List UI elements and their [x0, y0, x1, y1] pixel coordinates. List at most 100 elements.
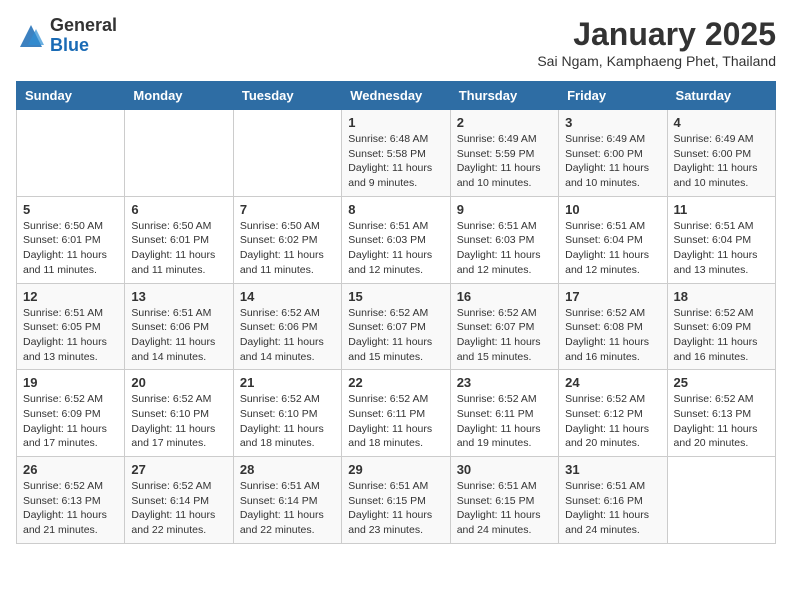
- title-block: January 2025 Sai Ngam, Kamphaeng Phet, T…: [537, 16, 776, 69]
- day-number: 10: [565, 202, 660, 217]
- calendar-week-row: 12 Sunrise: 6:51 AM Sunset: 6:05 PM Dayli…: [17, 283, 776, 370]
- day-info: Sunrise: 6:51 AM Sunset: 6:15 PM Dayligh…: [348, 479, 443, 538]
- day-info: Sunrise: 6:52 AM Sunset: 6:07 PM Dayligh…: [348, 306, 443, 365]
- calendar-cell: 10 Sunrise: 6:51 AM Sunset: 6:04 PM Dayli…: [559, 196, 667, 283]
- day-info: Sunrise: 6:52 AM Sunset: 6:13 PM Dayligh…: [23, 479, 118, 538]
- day-number: 18: [674, 289, 769, 304]
- calendar-cell: 30 Sunrise: 6:51 AM Sunset: 6:15 PM Dayli…: [450, 457, 558, 544]
- calendar-cell: 4 Sunrise: 6:49 AM Sunset: 6:00 PM Daylig…: [667, 110, 775, 197]
- day-info: Sunrise: 6:51 AM Sunset: 6:06 PM Dayligh…: [131, 306, 226, 365]
- calendar-cell: 28 Sunrise: 6:51 AM Sunset: 6:14 PM Dayli…: [233, 457, 341, 544]
- day-number: 13: [131, 289, 226, 304]
- calendar-header-row: SundayMondayTuesdayWednesdayThursdayFrid…: [17, 82, 776, 110]
- day-info: Sunrise: 6:51 AM Sunset: 6:03 PM Dayligh…: [457, 219, 552, 278]
- day-info: Sunrise: 6:51 AM Sunset: 6:14 PM Dayligh…: [240, 479, 335, 538]
- day-number: 6: [131, 202, 226, 217]
- day-info: Sunrise: 6:52 AM Sunset: 6:09 PM Dayligh…: [23, 392, 118, 451]
- calendar-cell: 31 Sunrise: 6:51 AM Sunset: 6:16 PM Dayli…: [559, 457, 667, 544]
- day-info: Sunrise: 6:52 AM Sunset: 6:08 PM Dayligh…: [565, 306, 660, 365]
- logo: General Blue: [16, 16, 117, 56]
- day-info: Sunrise: 6:52 AM Sunset: 6:11 PM Dayligh…: [348, 392, 443, 451]
- day-info: Sunrise: 6:50 AM Sunset: 6:02 PM Dayligh…: [240, 219, 335, 278]
- calendar-week-row: 5 Sunrise: 6:50 AM Sunset: 6:01 PM Daylig…: [17, 196, 776, 283]
- weekday-header: Wednesday: [342, 82, 450, 110]
- day-info: Sunrise: 6:52 AM Sunset: 6:06 PM Dayligh…: [240, 306, 335, 365]
- day-number: 22: [348, 375, 443, 390]
- calendar-cell: [667, 457, 775, 544]
- day-number: 24: [565, 375, 660, 390]
- day-number: 27: [131, 462, 226, 477]
- day-number: 8: [348, 202, 443, 217]
- calendar-cell: 26Sunrise: 6:52 AM Sunset: 6:13 PM Dayli…: [17, 457, 125, 544]
- calendar-cell: 27Sunrise: 6:52 AM Sunset: 6:14 PM Dayli…: [125, 457, 233, 544]
- page-header: General Blue January 2025 Sai Ngam, Kamp…: [16, 16, 776, 69]
- day-number: 7: [240, 202, 335, 217]
- day-number: 1: [348, 115, 443, 130]
- weekday-header: Tuesday: [233, 82, 341, 110]
- month-title: January 2025: [537, 16, 776, 53]
- weekday-header: Monday: [125, 82, 233, 110]
- weekday-header: Saturday: [667, 82, 775, 110]
- calendar-cell: 2 Sunrise: 6:49 AM Sunset: 5:59 PM Daylig…: [450, 110, 558, 197]
- logo-icon: [16, 21, 46, 51]
- calendar-cell: 18 Sunrise: 6:52 AM Sunset: 6:09 PM Dayli…: [667, 283, 775, 370]
- day-info: Sunrise: 6:52 AM Sunset: 6:13 PM Dayligh…: [674, 392, 769, 451]
- calendar-week-row: 19 Sunrise: 6:52 AM Sunset: 6:09 PM Dayli…: [17, 370, 776, 457]
- day-number: 16: [457, 289, 552, 304]
- day-number: 25: [674, 375, 769, 390]
- calendar-cell: 15Sunrise: 6:52 AM Sunset: 6:07 PM Dayli…: [342, 283, 450, 370]
- day-info: Sunrise: 6:52 AM Sunset: 6:10 PM Dayligh…: [131, 392, 226, 451]
- day-number: 21: [240, 375, 335, 390]
- day-number: 30: [457, 462, 552, 477]
- day-number: 28: [240, 462, 335, 477]
- calendar-cell: 5 Sunrise: 6:50 AM Sunset: 6:01 PM Daylig…: [17, 196, 125, 283]
- day-number: 19: [23, 375, 118, 390]
- day-info: Sunrise: 6:51 AM Sunset: 6:15 PM Dayligh…: [457, 479, 552, 538]
- day-info: Sunrise: 6:52 AM Sunset: 6:11 PM Dayligh…: [457, 392, 552, 451]
- day-number: 31: [565, 462, 660, 477]
- day-number: 17: [565, 289, 660, 304]
- day-info: Sunrise: 6:52 AM Sunset: 6:10 PM Dayligh…: [240, 392, 335, 451]
- day-info: Sunrise: 6:51 AM Sunset: 6:16 PM Dayligh…: [565, 479, 660, 538]
- calendar-cell: 22 Sunrise: 6:52 AM Sunset: 6:11 PM Dayli…: [342, 370, 450, 457]
- weekday-header: Friday: [559, 82, 667, 110]
- calendar-week-row: 26Sunrise: 6:52 AM Sunset: 6:13 PM Dayli…: [17, 457, 776, 544]
- day-info: Sunrise: 6:49 AM Sunset: 6:00 PM Dayligh…: [674, 132, 769, 191]
- calendar-cell: [233, 110, 341, 197]
- calendar-cell: 20 Sunrise: 6:52 AM Sunset: 6:10 PM Dayli…: [125, 370, 233, 457]
- calendar-cell: 25 Sunrise: 6:52 AM Sunset: 6:13 PM Dayli…: [667, 370, 775, 457]
- calendar-cell: 21 Sunrise: 6:52 AM Sunset: 6:10 PM Dayli…: [233, 370, 341, 457]
- weekday-header: Thursday: [450, 82, 558, 110]
- calendar-cell: 12 Sunrise: 6:51 AM Sunset: 6:05 PM Dayli…: [17, 283, 125, 370]
- day-number: 29: [348, 462, 443, 477]
- day-number: 5: [23, 202, 118, 217]
- calendar-cell: 17 Sunrise: 6:52 AM Sunset: 6:08 PM Dayli…: [559, 283, 667, 370]
- day-number: 4: [674, 115, 769, 130]
- calendar-cell: 16Sunrise: 6:52 AM Sunset: 6:07 PM Dayli…: [450, 283, 558, 370]
- calendar-cell: 9 Sunrise: 6:51 AM Sunset: 6:03 PM Daylig…: [450, 196, 558, 283]
- day-number: 20: [131, 375, 226, 390]
- calendar-cell: 13 Sunrise: 6:51 AM Sunset: 6:06 PM Dayli…: [125, 283, 233, 370]
- day-number: 11: [674, 202, 769, 217]
- day-info: Sunrise: 6:50 AM Sunset: 6:01 PM Dayligh…: [23, 219, 118, 278]
- day-number: 12: [23, 289, 118, 304]
- day-info: Sunrise: 6:49 AM Sunset: 6:00 PM Dayligh…: [565, 132, 660, 191]
- day-number: 9: [457, 202, 552, 217]
- day-info: Sunrise: 6:48 AM Sunset: 5:58 PM Dayligh…: [348, 132, 443, 191]
- day-number: 3: [565, 115, 660, 130]
- day-info: Sunrise: 6:51 AM Sunset: 6:05 PM Dayligh…: [23, 306, 118, 365]
- calendar-table: SundayMondayTuesdayWednesdayThursdayFrid…: [16, 81, 776, 544]
- calendar-cell: 19 Sunrise: 6:52 AM Sunset: 6:09 PM Dayli…: [17, 370, 125, 457]
- calendar-cell: 3 Sunrise: 6:49 AM Sunset: 6:00 PM Daylig…: [559, 110, 667, 197]
- day-info: Sunrise: 6:51 AM Sunset: 6:04 PM Dayligh…: [565, 219, 660, 278]
- logo-general: General: [50, 16, 117, 36]
- day-info: Sunrise: 6:52 AM Sunset: 6:12 PM Dayligh…: [565, 392, 660, 451]
- day-number: 2: [457, 115, 552, 130]
- day-info: Sunrise: 6:51 AM Sunset: 6:03 PM Dayligh…: [348, 219, 443, 278]
- day-info: Sunrise: 6:49 AM Sunset: 5:59 PM Dayligh…: [457, 132, 552, 191]
- calendar-cell: 7 Sunrise: 6:50 AM Sunset: 6:02 PM Daylig…: [233, 196, 341, 283]
- day-info: Sunrise: 6:52 AM Sunset: 6:09 PM Dayligh…: [674, 306, 769, 365]
- calendar-cell: 11Sunrise: 6:51 AM Sunset: 6:04 PM Dayli…: [667, 196, 775, 283]
- calendar-cell: 23Sunrise: 6:52 AM Sunset: 6:11 PM Dayli…: [450, 370, 558, 457]
- weekday-header: Sunday: [17, 82, 125, 110]
